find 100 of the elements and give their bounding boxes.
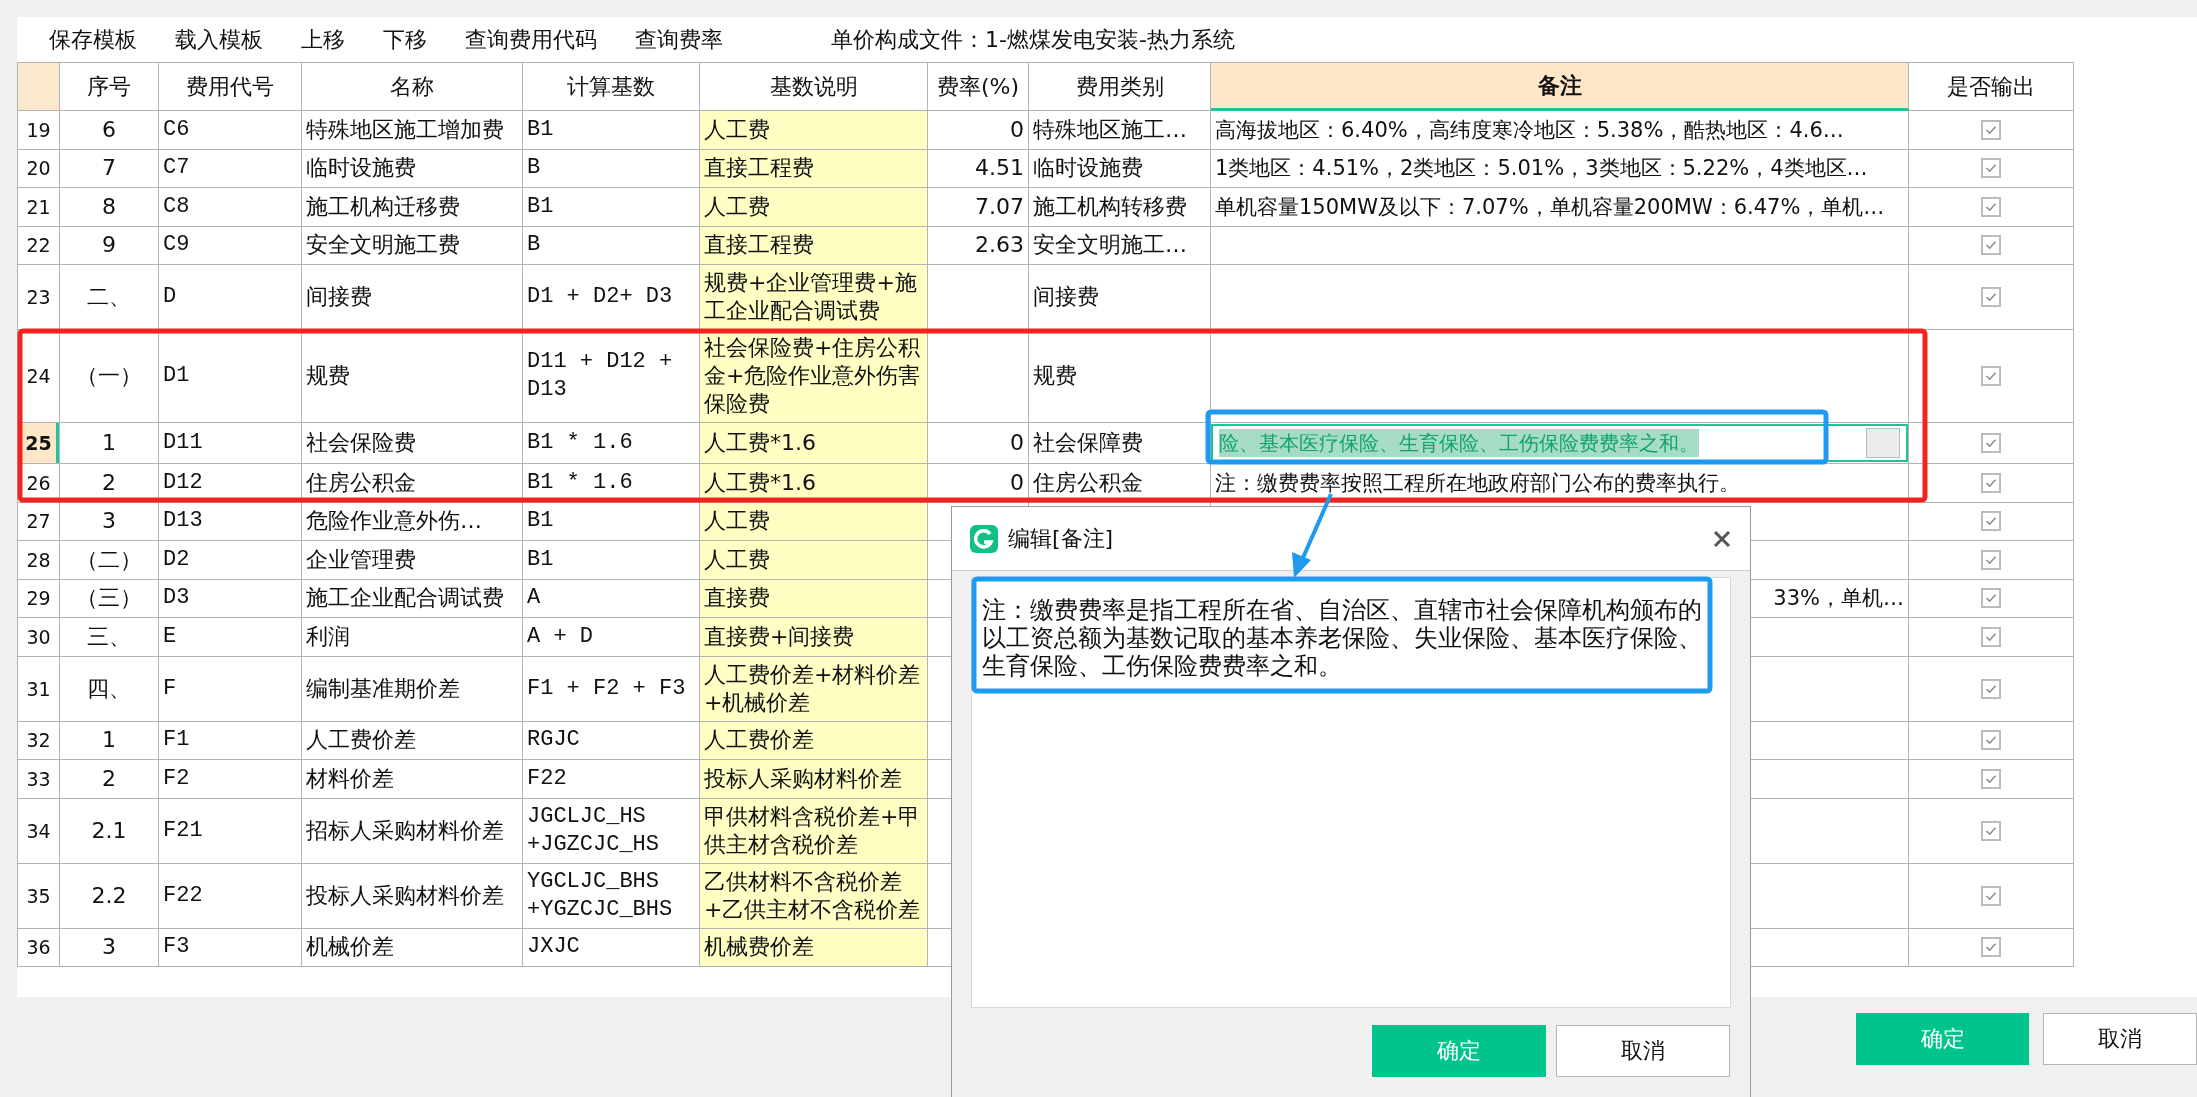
table-cell: 编制基准期价差 <box>302 656 523 722</box>
checkbox[interactable] <box>1981 366 2001 386</box>
checkbox[interactable] <box>1981 730 2001 751</box>
table-cell: 人工费*1.6 <box>700 423 928 464</box>
table-cell: D <box>159 265 302 330</box>
column-header[interactable]: 备注 <box>1211 62 1909 111</box>
table-cell: 临时设施费 <box>1029 149 1211 188</box>
table-cell: 特殊地区施工… <box>1029 111 1211 150</box>
table-cell: F3 <box>159 928 302 967</box>
table-cell: 1 <box>60 423 159 464</box>
checkbox[interactable] <box>1981 885 2001 906</box>
table-cell: 2.1 <box>60 798 159 864</box>
table-cell: F22 <box>159 863 302 929</box>
checkbox[interactable] <box>1981 820 2001 841</box>
table-cell: C8 <box>159 188 302 227</box>
table-cell: （一） <box>60 330 159 423</box>
corner-cell[interactable] <box>18 62 60 111</box>
checkbox[interactable] <box>1981 158 2001 179</box>
table-cell: D1 <box>159 330 302 423</box>
checkbox[interactable] <box>1981 511 2001 532</box>
table-cell: F2 <box>159 760 302 799</box>
table-cell: 乙供材料不含税价差+乙供主材不含税价差 <box>700 863 928 929</box>
table-cell: 企业管理费 <box>302 541 523 580</box>
checkbox[interactable] <box>1981 119 2001 140</box>
table-cell: （三） <box>60 579 159 618</box>
input-field[interactable]: 注：缴费费率是指工程所在省、自治区、直辖市社会保障机构颁布的以工资总额为基数记取的基本养老保险、失业保险、基本医疗保险、生育保险、工伤保险费费率之和。 <box>971 577 1731 1008</box>
row-number: 23 <box>18 265 60 330</box>
table-cell: 规费+企业管理费+施工企业配合调试费 <box>700 265 928 330</box>
table-cell: 安全文明施工… <box>1029 226 1211 265</box>
table-cell: D12 <box>159 464 302 503</box>
table-cell: 直接费 <box>700 579 928 618</box>
table-cell: 2 <box>60 464 159 503</box>
toolbar-button[interactable]: 载入模板 <box>163 22 275 57</box>
table-cell: 人工费 <box>700 111 928 150</box>
table-cell: （二） <box>60 541 159 580</box>
checkbox[interactable] <box>1981 287 2001 307</box>
checkbox[interactable] <box>1981 196 2001 217</box>
table-cell: 3 <box>60 502 159 541</box>
table-cell: 投标人采购材料价差 <box>302 863 523 929</box>
checkbox[interactable] <box>1981 433 2001 453</box>
column-header[interactable]: 序号 <box>60 62 159 111</box>
close-icon[interactable] <box>1712 528 1732 549</box>
row-number: 21 <box>18 188 60 227</box>
cancel-button[interactable]: 取消 <box>2043 1013 2197 1065</box>
column-header[interactable]: 名称 <box>302 62 523 111</box>
toolbar-button[interactable]: 查询费率 <box>623 22 735 57</box>
column-header[interactable]: 费率(%) <box>928 62 1029 111</box>
table-cell: D3 <box>159 579 302 618</box>
dialog-title: 编辑[备注] <box>1008 524 1115 553</box>
logo-icon <box>970 524 998 553</box>
checkbox[interactable] <box>1981 937 2001 958</box>
toolbar-button[interactable]: 查询费用代码 <box>453 22 609 57</box>
checkbox[interactable] <box>1981 588 2001 609</box>
table-cell: 6 <box>60 111 159 150</box>
row-number: 28 <box>18 541 60 580</box>
table-cell: 1 <box>60 721 159 760</box>
table-cell: 施工机构转移费 <box>1029 188 1211 227</box>
toolbar-button[interactable]: 下移 <box>371 22 439 57</box>
table-cell: 人工费价差 <box>302 721 523 760</box>
table-cell: 高海拔地区：6.40%，高纬度寒冷地区：5.38%，酷热地区：4.6… <box>1211 111 1909 150</box>
table-cell: 规费 <box>302 330 523 423</box>
table-cell: F1 <box>159 721 302 760</box>
toolbar-button[interactable]: 上移 <box>289 22 357 57</box>
checkbox[interactable] <box>1981 235 2001 256</box>
column-header[interactable]: 费用代号 <box>159 62 302 111</box>
table-cell: 机械费价差 <box>700 928 928 967</box>
table-cell: 4.51 <box>928 149 1029 188</box>
table-cell: 机械价差 <box>302 928 523 967</box>
column-header[interactable]: 是否输出 <box>1909 62 2074 111</box>
table-cell: 危险作业意外伤… <box>302 502 523 541</box>
checkbox[interactable] <box>1981 549 2001 570</box>
table-cell: 0 <box>928 464 1029 503</box>
table-cell: 间接费 <box>1029 265 1211 330</box>
table-cell: 规费 <box>1029 330 1211 423</box>
table-cell: 材料价差 <box>302 760 523 799</box>
table-cell: 注：缴费费率按照工程所在地政府部门公布的费率执行。 <box>1211 464 1909 503</box>
table-cell: 直接费+间接费 <box>700 618 928 657</box>
table-cell: 9 <box>60 226 159 265</box>
column-header[interactable]: 计算基数 <box>523 62 700 111</box>
checkbox[interactable] <box>1981 678 2001 699</box>
expand-button[interactable] <box>1866 428 1900 458</box>
table-cell: D2 <box>159 541 302 580</box>
cancel-button[interactable]: 取消 <box>1556 1025 1730 1077</box>
checkbox[interactable] <box>1981 472 2001 493</box>
checkbox[interactable] <box>1981 768 2001 789</box>
table-cell: 直接工程费 <box>700 149 928 188</box>
table-cell: 投标人采购材料价差 <box>700 760 928 799</box>
table-cell: 7 <box>60 149 159 188</box>
table-cell: 特殊地区施工增加费 <box>302 111 523 150</box>
row-number: 29 <box>18 579 60 618</box>
table-cell: F21 <box>159 798 302 864</box>
table-cell: 8 <box>60 188 159 227</box>
table-cell: 三、 <box>60 618 159 657</box>
table-cell: 安全文明施工费 <box>302 226 523 265</box>
table-cell: 人工费 <box>700 502 928 541</box>
toolbar-button[interactable]: 保存模板 <box>37 22 149 57</box>
table-cell: 四、 <box>60 656 159 722</box>
checkbox[interactable] <box>1981 626 2001 647</box>
row-number: 20 <box>18 149 60 188</box>
column-header[interactable]: 基数说明 <box>700 62 928 111</box>
